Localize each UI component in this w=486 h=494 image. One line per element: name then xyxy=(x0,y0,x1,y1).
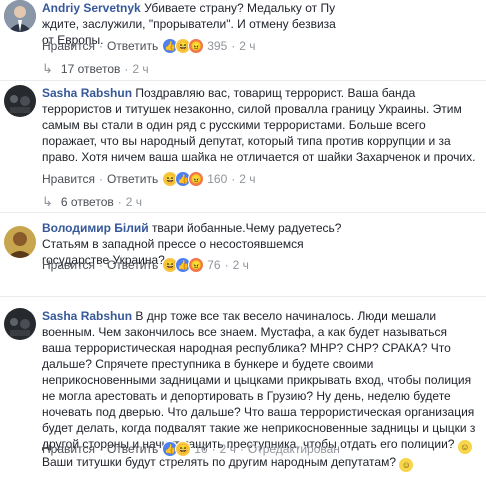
reaction-summary[interactable]: 😆 👍 😠 76 xyxy=(162,257,221,273)
comment-text: Sasha Rabshun Поздравляю вас, товарищ те… xyxy=(42,85,478,165)
edited-label[interactable]: Отредактирован xyxy=(248,441,340,457)
avatar[interactable] xyxy=(4,85,36,117)
comment-actions: Нравится · Ответить 👍 😆 😠 395 · 2 ч xyxy=(42,38,256,54)
like-link[interactable]: Нравится xyxy=(42,257,95,273)
reply-link[interactable]: Ответить xyxy=(107,171,158,187)
comment-time[interactable]: 2 ч xyxy=(239,38,255,54)
divider xyxy=(0,296,486,297)
like-link[interactable]: Нравится xyxy=(42,441,95,457)
angry-reaction-icon: 😠 xyxy=(188,38,205,54)
comment-body: В днр тоже все так весело начиналось. Лю… xyxy=(42,309,476,451)
angry-reaction-icon: 😠 xyxy=(188,171,205,187)
reaction-summary[interactable]: 👍 😆 😠 395 xyxy=(162,38,227,54)
divider xyxy=(0,80,486,81)
comment-author[interactable]: Andriy Servetnyk xyxy=(42,1,141,15)
reaction-count: 76 xyxy=(207,258,221,272)
reaction-summary[interactable]: 😆 👍 😠 160 xyxy=(162,171,227,187)
comment-actions: Нравится · Ответить 👍 😆 16 · 2 ч · Отред… xyxy=(42,441,340,457)
comment-author[interactable]: Володимир Білий xyxy=(42,221,149,235)
comment-time[interactable]: 2 ч xyxy=(220,441,236,457)
like-link[interactable]: Нравится xyxy=(42,38,95,54)
comment-actions: Нравится · Ответить 😆 👍 😠 76 · 2 ч xyxy=(42,257,249,273)
reply-link[interactable]: Ответить xyxy=(107,257,158,273)
replies-toggle[interactable]: ↳ 17 ответов · 2 ч xyxy=(42,61,149,77)
divider xyxy=(0,212,486,213)
reaction-count: 395 xyxy=(207,39,228,53)
reaction-summary[interactable]: 👍 😆 16 xyxy=(162,441,208,457)
reaction-count: 160 xyxy=(207,172,228,186)
smile-emoji-icon: ☺ xyxy=(399,458,414,472)
reply-arrow-icon: ↳ xyxy=(42,194,53,209)
replies-time: 2 ч xyxy=(132,62,149,76)
angry-reaction-icon: 😠 xyxy=(188,257,205,273)
comment-time[interactable]: 2 ч xyxy=(239,171,255,187)
avatar[interactable] xyxy=(4,308,36,340)
like-link[interactable]: Нравится xyxy=(42,171,95,187)
replies-toggle[interactable]: ↳ 6 ответов · 2 ч xyxy=(42,194,142,210)
comment-author[interactable]: Sasha Rabshun xyxy=(42,86,132,100)
comment-time[interactable]: 2 ч xyxy=(233,257,249,273)
reply-arrow-icon: ↳ xyxy=(42,61,53,76)
smile-emoji-icon: ☺ xyxy=(457,440,472,454)
comment-actions: Нравится · Ответить 😆 👍 😠 160 · 2 ч xyxy=(42,171,256,187)
comment-body-continued: Ваши титушки будут стрелять по другим на… xyxy=(42,455,396,469)
replies-count[interactable]: 17 ответов xyxy=(61,61,121,77)
comment-author[interactable]: Sasha Rabshun xyxy=(42,309,132,323)
avatar[interactable] xyxy=(4,0,36,32)
reaction-count: 16 xyxy=(194,442,208,456)
avatar[interactable] xyxy=(4,226,36,258)
haha-reaction-icon: 😆 xyxy=(175,441,192,457)
reply-link[interactable]: Ответить xyxy=(107,441,158,457)
replies-count[interactable]: 6 ответов xyxy=(61,194,114,210)
replies-time: 2 ч xyxy=(125,195,143,209)
reply-link[interactable]: Ответить xyxy=(107,38,158,54)
